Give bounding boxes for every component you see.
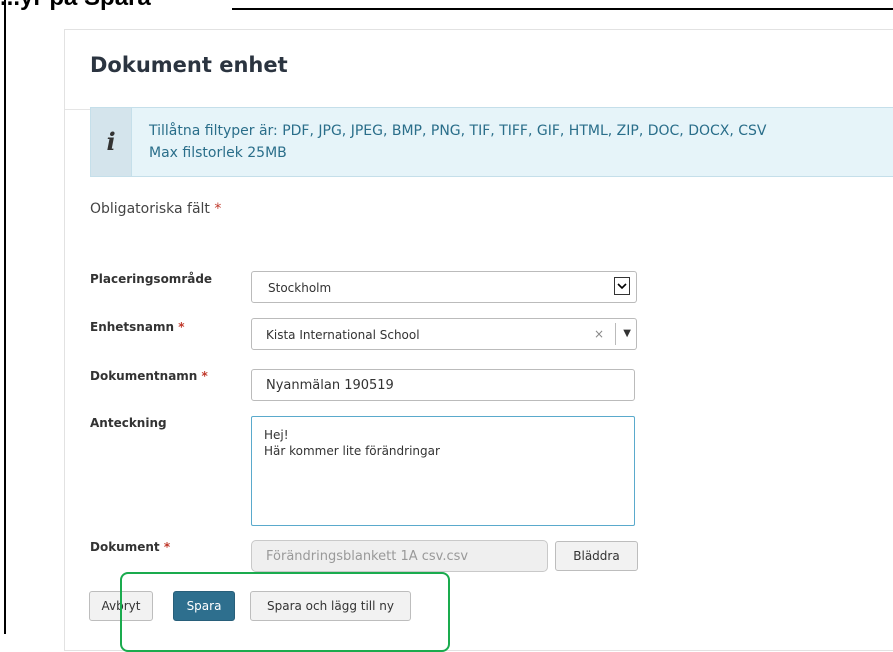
- chevron-down-icon[interactable]: [614, 277, 630, 295]
- required-star: *: [178, 320, 185, 334]
- document-name-label-text: Dokumentnamn: [90, 369, 198, 383]
- max-file-size: Max filstorlek 25MB: [149, 145, 287, 161]
- document-file-input[interactable]: Förändringsblankett 1A csv.csv: [251, 540, 548, 572]
- clear-icon[interactable]: ×: [594, 327, 604, 341]
- note-textarea[interactable]: Hej! Här kommer lite förändringar: [251, 416, 635, 526]
- left-frame-line: [4, 0, 6, 634]
- required-star: *: [201, 369, 208, 383]
- placement-area-value: Stockholm: [268, 281, 332, 295]
- document-label: Dokument *: [90, 540, 170, 554]
- info-text: Tillåtna filtyper är: PDF, JPG, JPEG, BM…: [149, 120, 767, 164]
- unit-name-label-text: Enhetsnamn: [90, 320, 174, 334]
- document-unit-panel: Dokument enhet i Tillåtna filtyper är: P…: [64, 29, 893, 651]
- panel-header: Dokument enhet: [65, 30, 893, 110]
- required-star: *: [163, 540, 171, 554]
- save-and-add-new-button[interactable]: Spara och lägg till ny: [250, 591, 411, 621]
- placement-area-label-text: Placeringsområde: [90, 272, 213, 286]
- info-icon: i: [106, 127, 116, 156]
- placement-area-select[interactable]: Stockholm: [251, 271, 637, 303]
- required-star: *: [214, 201, 222, 217]
- required-fields-note: Obligatoriska fält *: [90, 201, 221, 217]
- document-label-text: Dokument: [90, 540, 160, 554]
- note-label: Anteckning: [90, 416, 167, 430]
- document-file-value: Förändringsblankett 1A csv.csv: [266, 549, 469, 564]
- info-icon-box: i: [91, 108, 132, 176]
- unit-name-label: Enhetsnamn *: [90, 320, 184, 334]
- allowed-file-types: Tillåtna filtyper är: PDF, JPG, JPEG, BM…: [149, 123, 767, 139]
- unit-name-value: Kista International School: [266, 328, 420, 342]
- caret-down-icon[interactable]: ▼: [623, 328, 631, 339]
- file-type-info-box: i Tillåtna filtyper är: PDF, JPG, JPEG, …: [90, 107, 893, 177]
- required-fields-label: Obligatoriska fält: [90, 201, 210, 217]
- note-label-text: Anteckning: [90, 416, 167, 430]
- document-name-label: Dokumentnamn *: [90, 369, 208, 383]
- top-frame-line: [232, 8, 893, 10]
- placement-area-label: Placeringsområde: [90, 272, 212, 286]
- cancel-button[interactable]: Avbryt: [89, 591, 153, 621]
- page-title: Dokument enhet: [90, 53, 288, 77]
- save-button[interactable]: Spara: [173, 591, 235, 621]
- unit-name-select[interactable]: Kista International School × ▼: [251, 318, 637, 350]
- document-name-value: Nyanmälan 190519: [266, 378, 394, 393]
- browse-button[interactable]: Bläddra: [555, 541, 638, 571]
- select-divider: [615, 323, 616, 345]
- cropped-heading: ...yr på Spara: [0, 0, 151, 12]
- note-value: Hej! Här kommer lite förändringar: [264, 428, 440, 458]
- document-name-input[interactable]: Nyanmälan 190519: [251, 369, 635, 401]
